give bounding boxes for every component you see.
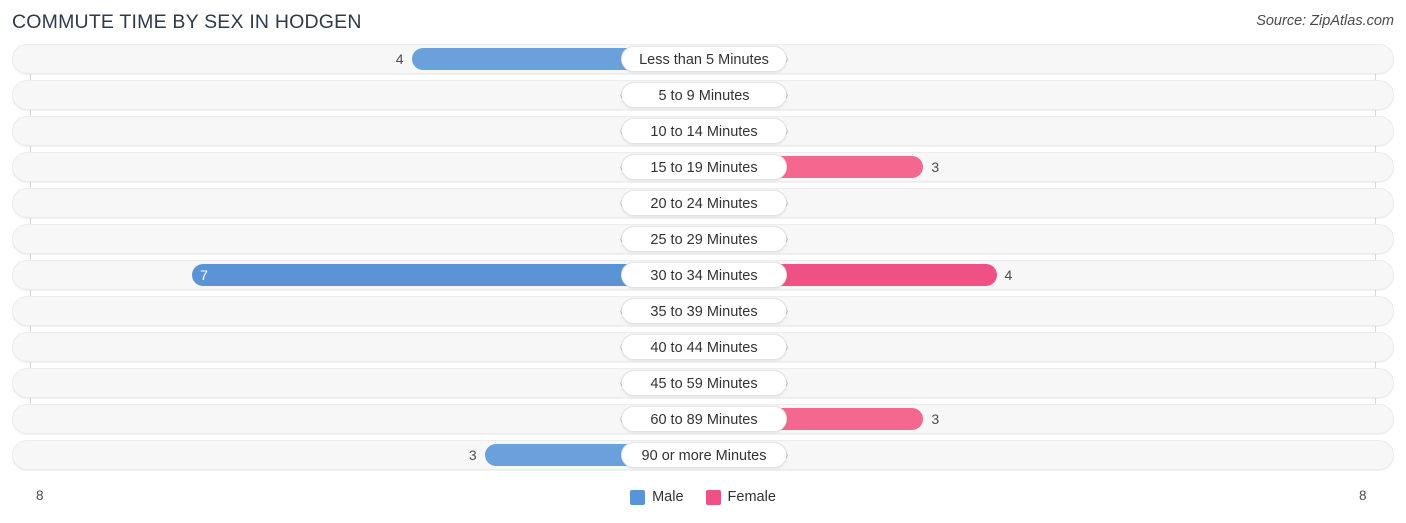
bar-row: 0360 to 89 Minutes bbox=[12, 404, 1394, 434]
bar-row: 0010 to 14 Minutes bbox=[12, 116, 1394, 146]
category-label: 20 to 24 Minutes bbox=[621, 190, 787, 216]
value-label-male: 3 bbox=[468, 447, 477, 463]
bar-row: 0040 to 44 Minutes bbox=[12, 332, 1394, 362]
bar-row: 0035 to 39 Minutes bbox=[12, 296, 1394, 326]
bar-row: 7 4 30 to 34 Minutes bbox=[12, 260, 1394, 290]
value-label-female: 3 bbox=[931, 411, 940, 427]
bar-row: 0315 to 19 Minutes bbox=[12, 152, 1394, 182]
category-label: 40 to 44 Minutes bbox=[621, 334, 787, 360]
value-label-male: 7 bbox=[200, 267, 208, 283]
bar-row: 0020 to 24 Minutes bbox=[12, 188, 1394, 218]
value-label-female: 3 bbox=[931, 159, 940, 175]
page-title: COMMUTE TIME BY SEX IN HODGEN bbox=[12, 11, 362, 33]
bar-row: 40Less than 5 Minutes bbox=[12, 44, 1394, 74]
bar-rows-container: 40Less than 5 Minutes 005 to 9 Minutes 001… bbox=[0, 44, 1406, 476]
legend-swatch-icon bbox=[705, 489, 721, 505]
category-label: 35 to 39 Minutes bbox=[621, 298, 787, 324]
category-label: 25 to 29 Minutes bbox=[621, 226, 787, 252]
chart-header: COMMUTE TIME BY SEX IN HODGEN Source: Zi… bbox=[0, 0, 1406, 44]
category-label: 60 to 89 Minutes bbox=[621, 406, 787, 432]
bar-row: 005 to 9 Minutes bbox=[12, 80, 1394, 110]
source-attribution: Source: ZipAtlas.com bbox=[1256, 13, 1394, 29]
legend-label: Female bbox=[727, 489, 776, 505]
legend-label: Male bbox=[652, 489, 684, 505]
category-label: 90 or more Minutes bbox=[621, 442, 787, 468]
legend-item-female[interactable]: Female bbox=[705, 489, 776, 505]
bar-row: 0025 to 29 Minutes bbox=[12, 224, 1394, 254]
legend-item-male[interactable]: Male bbox=[630, 489, 684, 505]
category-label: Less than 5 Minutes bbox=[621, 46, 787, 72]
category-label: 10 to 14 Minutes bbox=[621, 118, 787, 144]
category-label: 5 to 9 Minutes bbox=[621, 82, 787, 108]
chart-legend: Male Female bbox=[0, 489, 1406, 505]
bar-row: 0045 to 59 Minutes bbox=[12, 368, 1394, 398]
category-label: 45 to 59 Minutes bbox=[621, 370, 787, 396]
category-label: 30 to 34 Minutes bbox=[621, 262, 787, 288]
legend-swatch-icon bbox=[630, 489, 646, 505]
chart-plot-area: 40Less than 5 Minutes 005 to 9 Minutes 001… bbox=[0, 44, 1406, 484]
value-label-female: 4 bbox=[1004, 267, 1013, 283]
chart-footer: 8 8 Male Female bbox=[0, 484, 1406, 523]
value-label-male: 4 bbox=[395, 51, 404, 67]
bar-row: 3090 or more Minutes bbox=[12, 440, 1394, 470]
category-label: 15 to 19 Minutes bbox=[621, 154, 787, 180]
